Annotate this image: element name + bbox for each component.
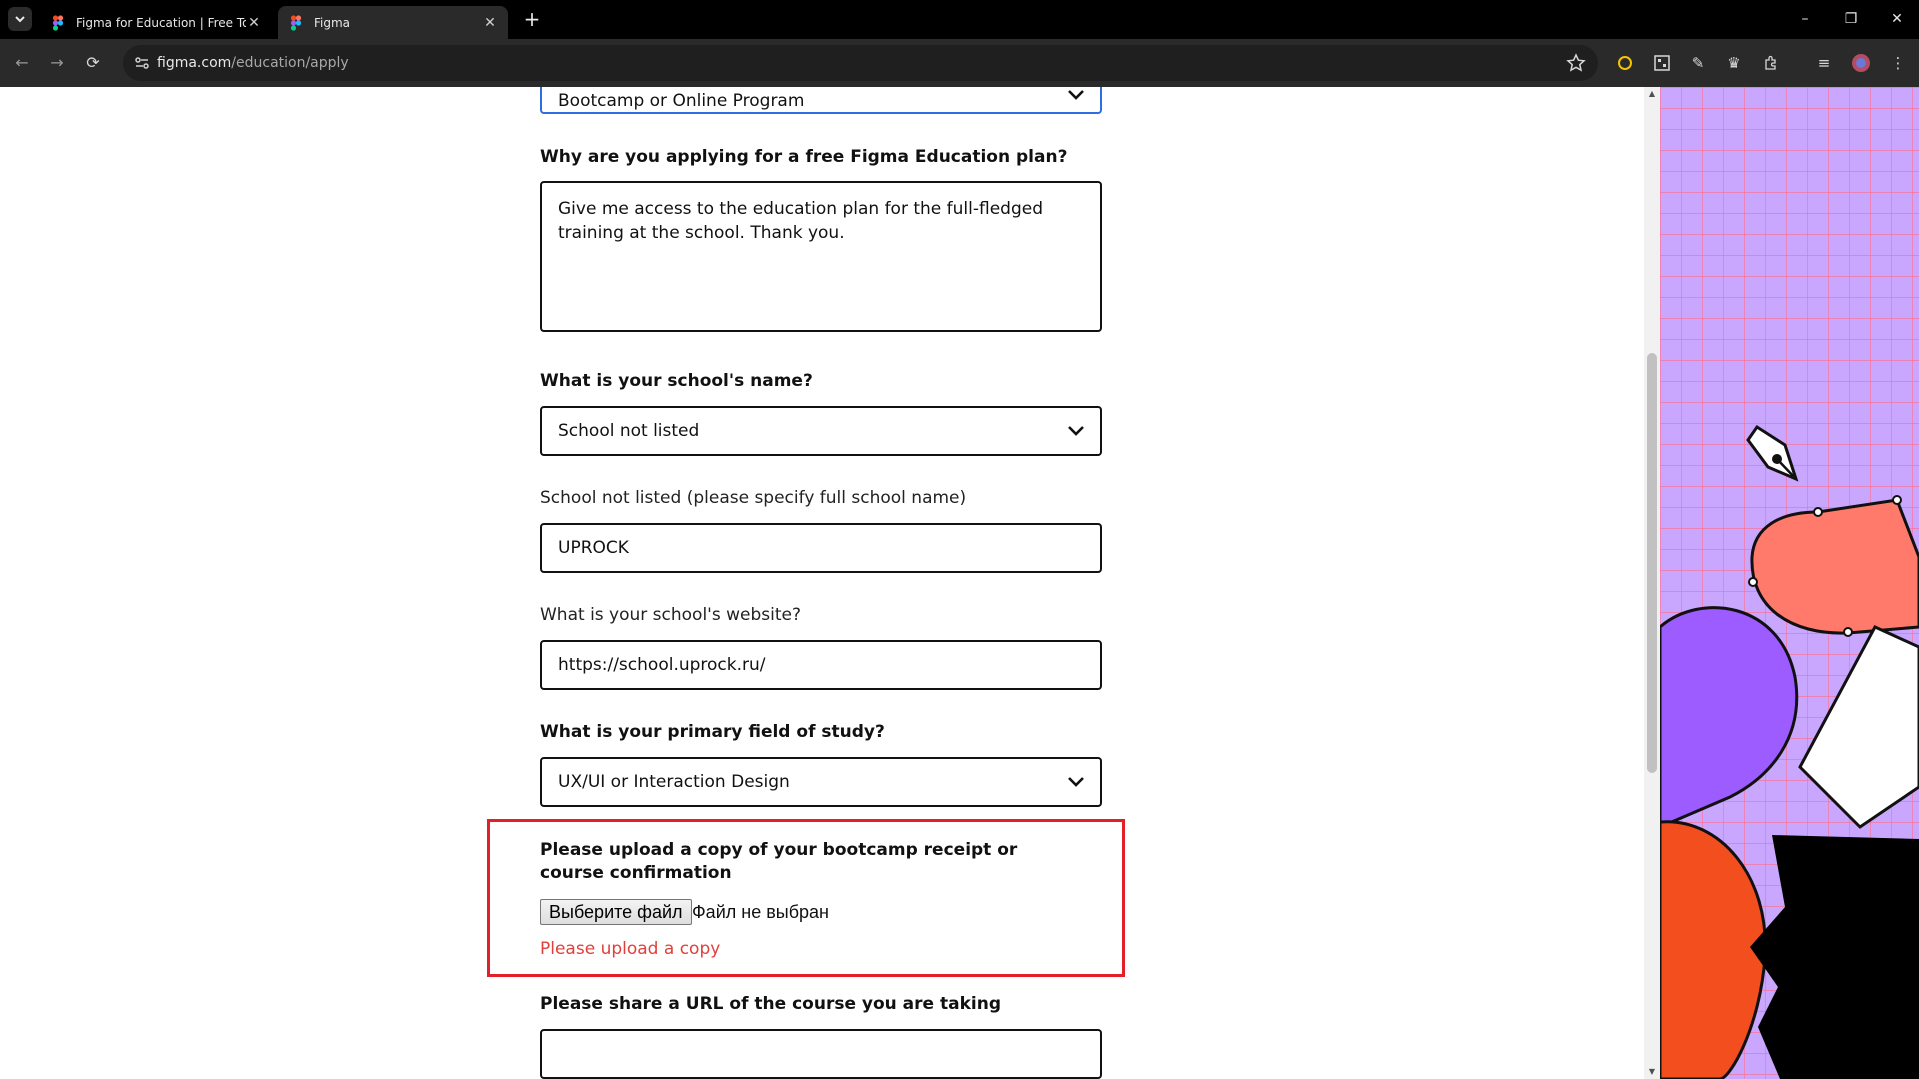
upload-label: Please upload a copy of your bootcamp re… <box>540 840 1018 883</box>
window-close-button[interactable]: ✕ <box>1882 8 1912 30</box>
figma-logo-icon <box>52 14 64 31</box>
decorative-illustration <box>1660 87 1919 1079</box>
course-url-label: Please share a URL of the course you are… <box>540 994 1001 1014</box>
program-type-select[interactable]: Bootcamp or Online Program <box>540 87 1102 114</box>
scroll-up-arrow[interactable]: ▲ <box>1647 89 1657 99</box>
back-arrow-icon[interactable]: ← <box>10 51 34 75</box>
field-of-study-value: UX/UI or Interaction Design <box>558 772 790 792</box>
new-tab-button[interactable]: + <box>521 8 543 30</box>
tab-figma-education[interactable]: Figma for Education | Free Tools ✕ <box>40 6 272 39</box>
bookmark-star-icon[interactable] <box>1566 53 1586 73</box>
url-path: /education/apply <box>231 55 349 71</box>
chevron-down-icon <box>1068 426 1084 436</box>
school-website-value: https://school.uprock.ru/ <box>558 655 766 675</box>
school-name-value: School not listed <box>558 421 700 441</box>
restore-button[interactable]: ❐ <box>1836 8 1866 30</box>
chevron-down-icon <box>1068 90 1084 100</box>
chevron-down-icon <box>1068 777 1084 787</box>
school-specify-label: School not listed (please specify full s… <box>540 488 967 508</box>
school-specify-input[interactable]: UPROCK <box>540 523 1102 573</box>
extension-coin-icon[interactable] <box>1613 51 1637 75</box>
page-scrollbar[interactable]: ▲ ▼ <box>1644 87 1660 1079</box>
chevron-down-icon <box>15 16 25 23</box>
choose-file-button[interactable]: Выберите файл <box>540 899 692 925</box>
forward-arrow-icon[interactable]: → <box>45 51 69 75</box>
eyedropper-icon[interactable]: ✎ <box>1686 51 1710 75</box>
profile-avatar[interactable] <box>1849 51 1873 75</box>
browser-toolbar: ← → ⟳ figma.com/education/apply ✎ ♛ ≡ ⋮ <box>0 39 1919 87</box>
school-name-label: What is your school's name? <box>540 371 813 391</box>
figma-logo-icon <box>290 14 302 31</box>
school-specify-value: UPROCK <box>558 538 629 558</box>
browser-menu-icon[interactable]: ⋮ <box>1886 51 1910 75</box>
scroll-down-arrow[interactable]: ▼ <box>1647 1067 1657 1077</box>
browser-tab-bar: Figma for Education | Free Tools ✕ Figma… <box>0 0 1919 39</box>
application-form-page: Bootcamp or Online Program Why are you a… <box>0 87 1644 1079</box>
why-applying-value: Give me access to the education plan for… <box>558 199 1043 243</box>
field-of-study-select[interactable]: UX/UI or Interaction Design <box>540 757 1102 807</box>
school-website-input[interactable]: https://school.uprock.ru/ <box>540 640 1102 690</box>
url-domain: figma.com <box>157 55 232 71</box>
course-url-input[interactable] <box>540 1029 1102 1079</box>
close-icon[interactable]: ✕ <box>246 15 262 31</box>
minimize-button[interactable]: – <box>1790 8 1820 30</box>
extension-qr-icon[interactable] <box>1650 51 1674 75</box>
address-bar[interactable]: figma.com/education/apply <box>123 45 1598 81</box>
school-name-select[interactable]: School not listed <box>540 406 1102 456</box>
illustration-graphic <box>1660 87 1919 1079</box>
site-settings-icon[interactable] <box>132 53 152 73</box>
tab-title: Figma for Education | Free Tools <box>76 15 246 30</box>
upload-error-message: Please upload a copy <box>540 939 721 959</box>
school-website-label: What is your school's website? <box>540 605 802 625</box>
tab-figma[interactable]: Figma ✕ <box>278 6 508 39</box>
scroll-thumb[interactable] <box>1647 353 1657 773</box>
file-status-text: Файл не выбран <box>692 902 829 922</box>
extension-crown-icon[interactable]: ♛ <box>1722 51 1746 75</box>
media-controls-icon[interactable]: ≡ <box>1812 51 1836 75</box>
close-icon[interactable]: ✕ <box>482 15 498 31</box>
why-applying-textarea[interactable]: Give me access to the education plan for… <box>540 181 1102 332</box>
extensions-puzzle-icon[interactable] <box>1759 51 1783 75</box>
program-type-value: Bootcamp or Online Program <box>558 91 805 111</box>
url-text: figma.com/education/apply <box>157 55 349 71</box>
tab-title: Figma <box>314 15 351 30</box>
tab-search-button[interactable] <box>8 7 32 31</box>
field-of-study-label: What is your primary field of study? <box>540 722 885 742</box>
reload-icon[interactable]: ⟳ <box>81 51 105 75</box>
why-applying-label: Why are you applying for a free Figma Ed… <box>540 147 1068 167</box>
